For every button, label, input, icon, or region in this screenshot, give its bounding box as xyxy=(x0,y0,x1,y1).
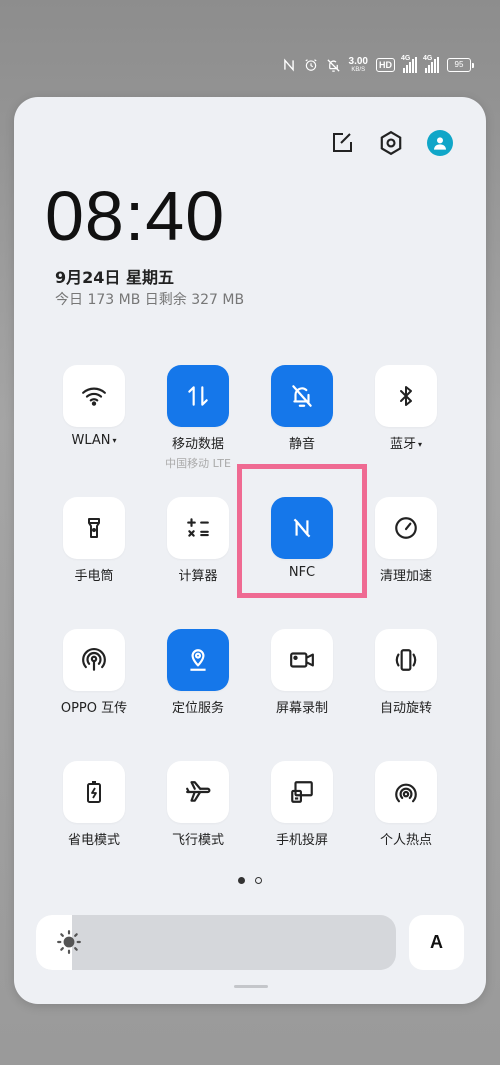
tile-label: OPPO 互传 xyxy=(60,701,128,716)
sim2-tag: 4G xyxy=(423,55,433,62)
tile-location-button[interactable] xyxy=(167,629,229,691)
tile-auto-rotate-button[interactable] xyxy=(375,629,437,691)
tile-label: 移动数据 xyxy=(171,437,224,452)
chevron-down-icon: ▾ xyxy=(418,440,423,449)
tile-airplane-button[interactable] xyxy=(167,761,229,823)
user-icon xyxy=(434,137,446,150)
highlight-box xyxy=(237,464,367,598)
tile-mobile-data[interactable]: 移动数据 中国移动 LTE xyxy=(146,365,250,471)
tile-label: 省电模式 xyxy=(67,833,120,848)
nfc-status-icon xyxy=(282,58,296,72)
chevron-down-icon: ▾ xyxy=(112,436,117,445)
signal-icon-2: 4G xyxy=(423,55,439,73)
tile-screen-record[interactable]: 屏幕录制 xyxy=(250,629,354,716)
tile-flashlight[interactable]: 手电筒 xyxy=(42,497,146,584)
edit-icon xyxy=(333,133,352,152)
tile-wlan-button[interactable] xyxy=(63,365,125,427)
tile-cleanup-button[interactable] xyxy=(375,497,437,559)
tile-mobile-data-button[interactable] xyxy=(167,365,229,427)
tile-label: 屏幕录制 xyxy=(275,701,328,716)
carrier-label: 中国移动 LTE xyxy=(165,457,231,470)
data-usage-label: 今日 173 MB 日剩余 327 MB xyxy=(55,292,245,308)
gear-icon xyxy=(380,130,402,156)
tile-label: WLAN ▾ xyxy=(71,433,117,448)
tile-mute[interactable]: 静音 xyxy=(250,365,354,452)
tile-mute-button[interactable] xyxy=(271,365,333,427)
tile-label: 飞行模式 xyxy=(171,833,224,848)
location-icon xyxy=(190,649,206,671)
tile-flashlight-button[interactable] xyxy=(63,497,125,559)
brightness-slider[interactable] xyxy=(36,915,396,970)
tile-location[interactable]: 定位服务 xyxy=(146,629,250,716)
tile-label: 个人热点 xyxy=(379,833,432,848)
battery-icon: 95 xyxy=(447,58,474,72)
avatar xyxy=(427,130,453,156)
battery-saver-icon xyxy=(87,781,101,803)
tile-auto-rotate[interactable]: 自动旋转 xyxy=(354,629,458,716)
rotate-icon xyxy=(395,649,417,671)
tile-screen-cast-button[interactable] xyxy=(271,761,333,823)
tile-label: 手机投屏 xyxy=(275,833,328,848)
page-indicator xyxy=(14,877,486,884)
auto-brightness-button[interactable]: A xyxy=(409,915,464,970)
tile-screen-record-button[interactable] xyxy=(271,629,333,691)
tile-calculator-button[interactable] xyxy=(167,497,229,559)
network-speed: 3.00 KB/S xyxy=(348,56,368,74)
edit-button[interactable] xyxy=(326,127,358,159)
bluetooth-icon xyxy=(400,386,412,406)
tile-label: 自动旋转 xyxy=(379,701,432,716)
alarm-icon xyxy=(304,58,318,72)
date-label: 9月24日 星期五 xyxy=(55,268,174,287)
tile-label: 手电筒 xyxy=(74,569,114,584)
bell-off-icon xyxy=(292,385,312,407)
tile-oppo-share[interactable]: OPPO 互传 xyxy=(42,629,146,716)
airplane-icon xyxy=(186,781,211,802)
user-account-button[interactable] xyxy=(424,127,456,159)
hd-badge: HD xyxy=(376,58,395,72)
tile-screen-cast[interactable]: 手机投屏 xyxy=(250,761,354,848)
broadcast-icon xyxy=(82,648,106,671)
mute-icon xyxy=(326,58,341,73)
tile-cleanup[interactable]: 清理加速 xyxy=(354,497,458,584)
tile-power-saving[interactable]: 省电模式 xyxy=(42,761,146,848)
tile-label: 定位服务 xyxy=(171,701,224,716)
page-dot-active[interactable] xyxy=(238,877,245,884)
sun-icon xyxy=(57,930,81,954)
cast-icon xyxy=(291,781,313,803)
mobile-data-icon xyxy=(188,386,208,406)
control-center-panel: 08:40 9月24日 星期五 今日 173 MB 日剩余 327 MB WLA… xyxy=(14,97,486,1004)
tile-oppo-share-button[interactable] xyxy=(63,629,125,691)
net-speed-value: 3.00 xyxy=(348,56,368,67)
battery-level: 95 xyxy=(447,58,471,72)
tile-bluetooth-button[interactable] xyxy=(375,365,437,427)
tile-label: 计算器 xyxy=(178,569,218,584)
sim1-tag: 4G xyxy=(401,55,411,62)
speedometer-icon xyxy=(395,517,417,539)
settings-button[interactable] xyxy=(375,127,407,159)
tile-airplane[interactable]: 飞行模式 xyxy=(146,761,250,848)
tile-label: 静音 xyxy=(288,437,315,452)
tile-calculator[interactable]: 计算器 xyxy=(146,497,250,584)
tile-power-saving-button[interactable] xyxy=(63,761,125,823)
flashlight-icon xyxy=(88,518,100,538)
calculator-icon xyxy=(187,518,209,537)
clock-time: 08:40 xyxy=(45,177,226,255)
hotspot-icon xyxy=(395,783,417,803)
drag-handle[interactable] xyxy=(234,985,268,988)
wifi-icon xyxy=(82,387,106,406)
tile-label: 蓝牙 ▾ xyxy=(389,437,423,452)
tile-wlan[interactable]: WLAN ▾ xyxy=(42,365,146,448)
net-speed-unit: KB/S xyxy=(351,67,366,73)
tile-label: 清理加速 xyxy=(379,569,432,584)
status-bar: 3.00 KB/S HD 4G 4G 95 xyxy=(282,52,474,78)
signal-icon: 4G xyxy=(401,55,417,73)
tile-hotspot[interactable]: 个人热点 xyxy=(354,761,458,848)
page-dot[interactable] xyxy=(255,877,262,884)
tile-hotspot-button[interactable] xyxy=(375,761,437,823)
tile-bluetooth[interactable]: 蓝牙 ▾ xyxy=(354,365,458,452)
video-icon xyxy=(290,652,314,668)
